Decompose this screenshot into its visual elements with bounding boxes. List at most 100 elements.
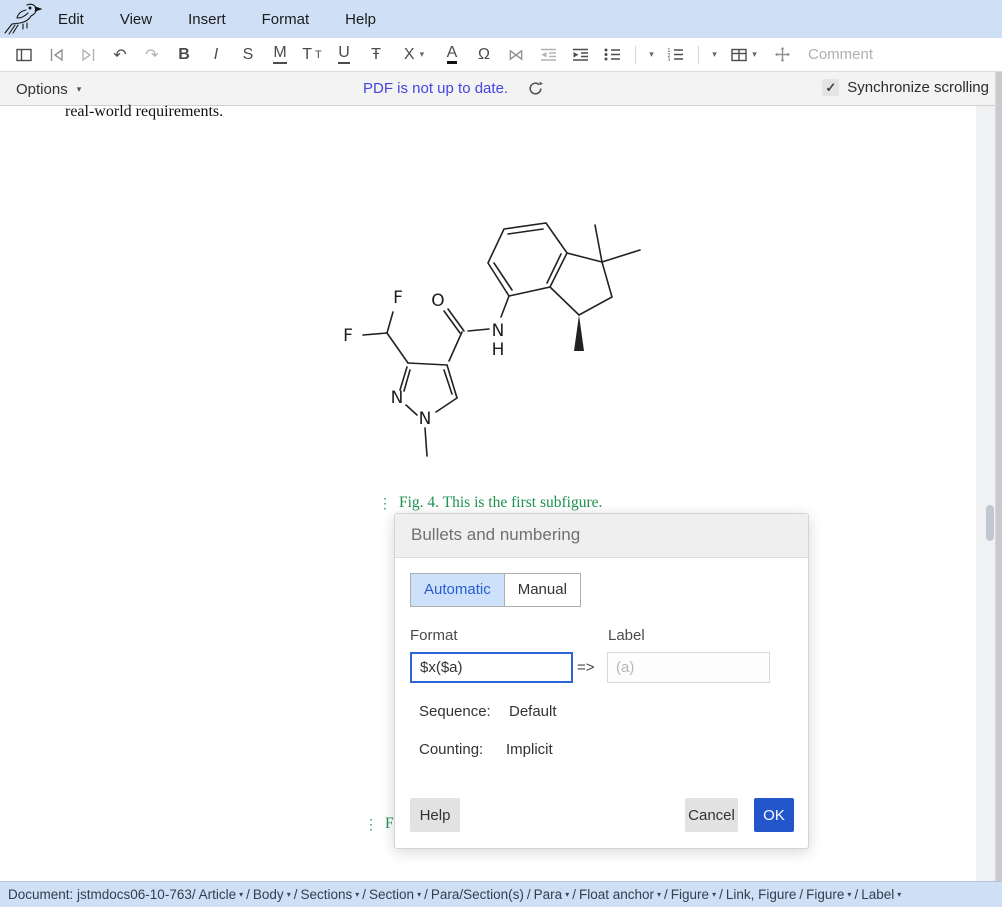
breadcrumb-separator: / — [424, 887, 428, 902]
atom-n-ring-bottom: N — [419, 409, 432, 429]
numbered-list-icon: 123 — [667, 48, 684, 61]
breadcrumb-separator: / — [246, 887, 250, 902]
bullets-and-numbering-dialog: Bullets and numbering Automatic Manual F… — [394, 513, 809, 849]
breadcrumb-separator: / — [362, 887, 366, 902]
breadcrumb-item-label: Sections — [300, 887, 352, 902]
label-input[interactable] — [607, 652, 770, 683]
ok-button[interactable]: OK — [754, 798, 794, 832]
options-dropdown-button[interactable]: Options ▾ — [16, 79, 81, 99]
chevron-down-icon: ▾ — [420, 49, 425, 60]
cancel-button[interactable]: Cancel — [685, 798, 738, 832]
delete-x-dropdown-button[interactable]: X▾ — [392, 40, 436, 70]
vertical-scrollbar-track[interactable] — [976, 106, 995, 881]
breadcrumb-item-para[interactable]: Para▾ — [534, 887, 570, 902]
format-input[interactable] — [410, 652, 573, 683]
comment-button[interactable]: Comment — [808, 46, 873, 63]
chevron-down-icon: ▾ — [287, 890, 291, 899]
dialog-tabs: Automatic Manual — [410, 573, 581, 607]
menu-view[interactable]: View — [120, 11, 152, 28]
breadcrumb-item-label: Para — [534, 887, 563, 902]
atom-n-amide: N — [492, 321, 505, 341]
drag-handle-icon[interactable]: ⋮ — [364, 815, 378, 833]
breadcrumb-item-label: Body — [253, 887, 284, 902]
breadcrumb-item-label-seg[interactable]: Label▾ — [861, 887, 901, 902]
increase-indent-button[interactable] — [564, 40, 596, 70]
chemical-structure-figure: F F O N H N N — [330, 200, 670, 480]
breadcrumb-item-article[interactable]: Article▾ — [199, 887, 244, 902]
text-size-button[interactable]: TT — [296, 40, 328, 70]
underline-button[interactable]: U — [328, 40, 360, 70]
font-color-button[interactable]: A — [436, 40, 468, 70]
atom-o: O — [431, 291, 444, 311]
breadcrumb-separator: / — [294, 887, 298, 902]
breadcrumb-separator: / — [854, 887, 858, 902]
pane-splitter[interactable] — [995, 72, 1002, 881]
menu-edit[interactable]: Edit — [58, 11, 84, 28]
breadcrumb-separator: / — [799, 887, 803, 902]
breadcrumb-item-figure-2[interactable]: Figure▾ — [806, 887, 851, 902]
mark-button[interactable]: M — [264, 40, 296, 70]
breadcrumb-separator: / — [719, 887, 723, 902]
menu-bar: Edit View Insert Format Help — [0, 0, 1002, 38]
strikethrough-button[interactable]: S — [232, 40, 264, 70]
breadcrumb-item-sections[interactable]: Sections▾ — [300, 887, 359, 902]
options-label: Options — [16, 81, 68, 98]
menu-insert[interactable]: Insert — [188, 11, 226, 28]
move-button[interactable] — [766, 40, 798, 70]
cross-reference-button[interactable]: ⋈ — [500, 40, 532, 70]
synchronize-scrolling-checkbox[interactable]: ✓ — [822, 79, 839, 96]
figure2-caption-fragment: F — [385, 815, 394, 833]
tab-automatic[interactable]: Automatic — [411, 574, 504, 606]
figure-caption-text: Fig. 4. This is the first subfigure. — [399, 494, 602, 512]
table-dropdown-button[interactable]: ▾ — [722, 40, 766, 70]
dialog-title: Bullets and numbering — [411, 525, 580, 545]
mark-icon: M — [273, 45, 286, 64]
tab-manual[interactable]: Manual — [504, 574, 580, 606]
special-character-button[interactable]: Ω — [468, 40, 500, 70]
decrease-indent-button[interactable] — [532, 40, 564, 70]
bullet-list-menu-button[interactable]: ▾ — [641, 40, 659, 70]
svg-text:3: 3 — [667, 57, 670, 61]
text-size-icon-small: T — [315, 49, 322, 61]
breadcrumb-item-label: Float anchor — [579, 887, 654, 902]
redo-icon: ↷ — [145, 45, 158, 65]
breadcrumb-item-figure[interactable]: Figure▾ — [671, 887, 716, 902]
breadcrumb-item-label: Article — [199, 887, 237, 902]
help-button[interactable]: Help — [410, 798, 460, 832]
bold-button[interactable]: B — [168, 40, 200, 70]
toolbar-separator — [698, 46, 699, 64]
refresh-pdf-button[interactable] — [527, 80, 544, 97]
italic-button[interactable]: I — [200, 40, 232, 70]
checkmark-icon: ✓ — [825, 80, 836, 96]
molecule-atom-labels: F F O N H N N — [343, 288, 504, 429]
undo-button[interactable]: ↶ — [104, 40, 136, 70]
skip-backward-button[interactable] — [40, 40, 72, 70]
overline-strike-button[interactable]: Ŧ — [360, 40, 392, 70]
decrease-indent-icon — [540, 48, 557, 61]
move-cross-icon — [775, 47, 790, 62]
atom-f-top: F — [393, 288, 403, 308]
bullet-list-button[interactable] — [596, 40, 628, 70]
menu-help[interactable]: Help — [345, 11, 376, 28]
pdf-status-link[interactable]: PDF is not up to date. — [363, 80, 508, 97]
breadcrumb-item-section[interactable]: Section▾ — [369, 887, 421, 902]
redo-button[interactable]: ↷ — [136, 40, 168, 70]
menu-format[interactable]: Format — [262, 11, 310, 28]
app-window: { "menubar": { "items": [ { "label": "Ed… — [0, 0, 1002, 907]
breadcrumb-item-float-anchor[interactable]: Float anchor▾ — [579, 887, 661, 902]
maps-to-arrow: => — [577, 659, 595, 676]
skip-forward-button[interactable] — [72, 40, 104, 70]
numbered-list-button[interactable]: 123 — [659, 40, 691, 70]
vertical-scrollbar-thumb[interactable] — [986, 505, 994, 541]
overline-strike-icon: Ŧ — [371, 46, 381, 64]
breadcrumb-separator: / — [192, 887, 196, 902]
chevron-down-icon: ▾ — [752, 49, 757, 60]
breadcrumb-item-body[interactable]: Body▾ — [253, 887, 291, 902]
drag-handle-icon[interactable]: ⋮ — [378, 494, 392, 512]
bullet-list-icon — [604, 48, 621, 61]
numbered-list-menu-button[interactable]: ▾ — [704, 40, 722, 70]
view-panel-button[interactable] — [8, 40, 40, 70]
format-field-label: Format — [410, 627, 458, 644]
breadcrumb-document-prefix: Document: jstmdocs06-10-763 — [8, 887, 192, 902]
breadcrumb-separator: / — [664, 887, 668, 902]
